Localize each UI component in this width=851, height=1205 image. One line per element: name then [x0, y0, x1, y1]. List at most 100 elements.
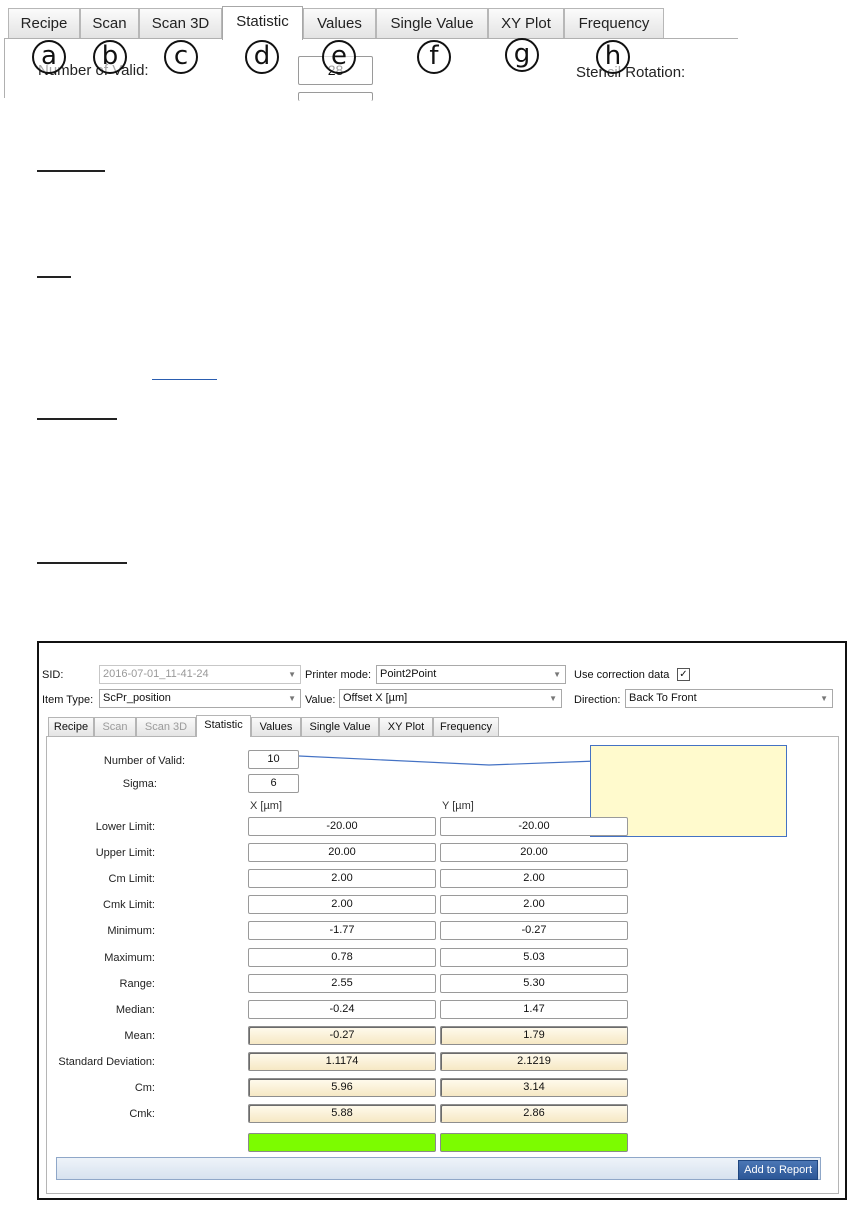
stat-row-label: Lower Limit: — [95, 821, 155, 833]
sigma-label: Sigma: — [122, 778, 157, 790]
section-underline-2 — [37, 276, 71, 278]
chevron-down-icon: ▼ — [549, 694, 557, 703]
stat-x-value-field[interactable]: -0.27 — [248, 1026, 436, 1045]
link-underline[interactable] — [152, 379, 217, 380]
zoom-panel-edge — [4, 38, 5, 98]
tab-frequency[interactable]: Frequency — [433, 717, 499, 736]
section-underline-1 — [37, 170, 105, 172]
value-value: Offset X [µm] — [343, 692, 408, 704]
tab-single-value[interactable]: Single Value — [301, 717, 379, 736]
stat-x-value-field[interactable]: 2.00 — [248, 869, 436, 888]
sid-label: SID: — [42, 669, 64, 681]
chevron-down-icon: ▼ — [288, 694, 296, 703]
zoom-tab-frequency[interactable]: Frequency — [564, 8, 664, 38]
statistic-window: SID: 2016-07-01_11-41-24 ▼ Printer mode:… — [39, 643, 845, 1198]
callout-a: a — [32, 40, 66, 74]
stat-y-value-field[interactable]: 5.30 — [440, 974, 628, 993]
x-column-header: X [µm] — [250, 800, 283, 812]
callout-d: d — [245, 40, 279, 74]
tab-scan-3d[interactable]: Scan 3D — [136, 717, 196, 736]
stat-y-value-field[interactable]: -20.00 — [440, 817, 628, 836]
chevron-down-icon: ▼ — [820, 694, 828, 703]
zoom-tab-single-value[interactable]: Single Value — [376, 8, 488, 38]
callout-g: g — [505, 38, 539, 72]
callout-f: f — [417, 40, 451, 74]
section-underline-3 — [37, 418, 117, 420]
zoom-tab-statistic[interactable]: Statistic — [222, 6, 303, 40]
stat-x-value-field[interactable]: 2.55 — [248, 974, 436, 993]
stat-y-value-field[interactable]: -0.27 — [440, 921, 628, 940]
tab-xy-plot[interactable]: XY Plot — [379, 717, 433, 736]
stat-x-value-field[interactable]: -0.24 — [248, 1000, 436, 1019]
callout-c: c — [164, 40, 198, 74]
direction-label: Direction: — [574, 694, 621, 706]
stat-row-label: Standard Deviation: — [58, 1056, 155, 1068]
stat-y-value-field[interactable]: 5.03 — [440, 948, 628, 967]
callout-h: h — [596, 40, 630, 74]
direction-value: Back To Front — [629, 692, 697, 704]
stat-y-value-field[interactable]: 2.00 — [440, 895, 628, 914]
number-of-valid-field[interactable]: 10 — [248, 750, 299, 769]
stat-x-value-field[interactable]: 5.88 — [248, 1104, 436, 1123]
chevron-down-icon: ▼ — [553, 670, 561, 679]
use-correction-label: Use correction data — [574, 669, 670, 681]
stat-row-label: Minimum: — [107, 925, 155, 937]
value-combo[interactable]: Offset X [µm] ▼ — [339, 689, 562, 708]
zoom-tab-xy-plot[interactable]: XY Plot — [488, 8, 564, 38]
sid-combo[interactable]: 2016-07-01_11-41-24 ▼ — [99, 665, 301, 684]
stat-x-value-field[interactable]: -1.77 — [248, 921, 436, 940]
tab-statistic[interactable]: Statistic — [196, 715, 251, 737]
zoom-tab-scan[interactable]: Scan — [80, 8, 139, 38]
stat-row-label: Cmk: — [129, 1108, 155, 1120]
section-underline-4 — [37, 562, 127, 564]
stat-y-value-field[interactable]: 2.1219 — [440, 1052, 628, 1071]
zoom-tab-values[interactable]: Values — [303, 8, 376, 38]
zoom-stencil-rotation-label: Stencil Rotation: — [576, 64, 686, 81]
item-type-combo[interactable]: ScPr_position ▼ — [99, 689, 301, 708]
stat-row-label: Cmk Limit: — [103, 899, 155, 911]
value-label: Value: — [305, 694, 336, 706]
zoom-tab-scan-3d[interactable]: Scan 3D — [139, 8, 222, 38]
printer-mode-combo[interactable]: Point2Point ▼ — [376, 665, 566, 684]
app-screenshot-frame: SID: 2016-07-01_11-41-24 ▼ Printer mode:… — [37, 641, 847, 1200]
tab-scan[interactable]: Scan — [94, 717, 136, 736]
stat-y-value-field[interactable]: 2.86 — [440, 1104, 628, 1123]
stat-x-value-field[interactable]: 1.1174 — [248, 1052, 436, 1071]
statistic-panel: Number of Valid: 10 Sigma: 6 X [µm] Y [µ… — [46, 736, 839, 1194]
stat-x-value-field[interactable]: 5.96 — [248, 1078, 436, 1097]
stat-y-value-field[interactable]: 2.00 — [440, 869, 628, 888]
stat-row-label: Cm: — [134, 1082, 155, 1094]
stat-row-label: Range: — [119, 978, 155, 990]
stat-row-label: Median: — [115, 1004, 155, 1016]
callout-e: e — [322, 40, 356, 74]
stat-row-label: Upper Limit: — [95, 847, 155, 859]
y-column-header: Y [µm] — [442, 800, 474, 812]
direction-combo[interactable]: Back To Front ▼ — [625, 689, 833, 708]
stat-x-value-field[interactable]: -20.00 — [248, 817, 436, 836]
item-type-label: Item Type: — [42, 694, 94, 706]
chevron-down-icon: ▼ — [288, 670, 296, 679]
stat-x-value-field[interactable]: 2.00 — [248, 895, 436, 914]
add-to-report-button[interactable]: Add to Report — [738, 1160, 818, 1180]
tab-recipe[interactable]: Recipe — [48, 717, 94, 736]
printer-mode-label: Printer mode: — [305, 669, 372, 681]
tab-values[interactable]: Values — [251, 717, 301, 736]
bottom-toolbar: Add to Report — [56, 1157, 821, 1180]
stat-y-value-field[interactable]: 3.14 — [440, 1078, 628, 1097]
x-status-indicator — [248, 1133, 436, 1152]
stat-x-value-field[interactable]: 0.78 — [248, 948, 436, 967]
zoom-sigma-field-partial[interactable] — [298, 92, 373, 101]
sid-value: 2016-07-01_11-41-24 — [103, 668, 209, 680]
zoom-tab-baseline — [4, 38, 738, 39]
callout-b: b — [93, 40, 127, 74]
y-status-indicator — [440, 1133, 628, 1152]
stat-x-value-field[interactable]: 20.00 — [248, 843, 436, 862]
stat-row-label: Maximum: — [104, 952, 155, 964]
zoom-tab-recipe[interactable]: Recipe — [8, 8, 80, 38]
use-correction-checkbox[interactable]: ✓ — [677, 668, 690, 681]
stat-y-value-field[interactable]: 20.00 — [440, 843, 628, 862]
stat-row-label: Cm Limit: — [108, 873, 155, 885]
stat-y-value-field[interactable]: 1.79 — [440, 1026, 628, 1045]
sigma-field[interactable]: 6 — [248, 774, 299, 793]
stat-y-value-field[interactable]: 1.47 — [440, 1000, 628, 1019]
